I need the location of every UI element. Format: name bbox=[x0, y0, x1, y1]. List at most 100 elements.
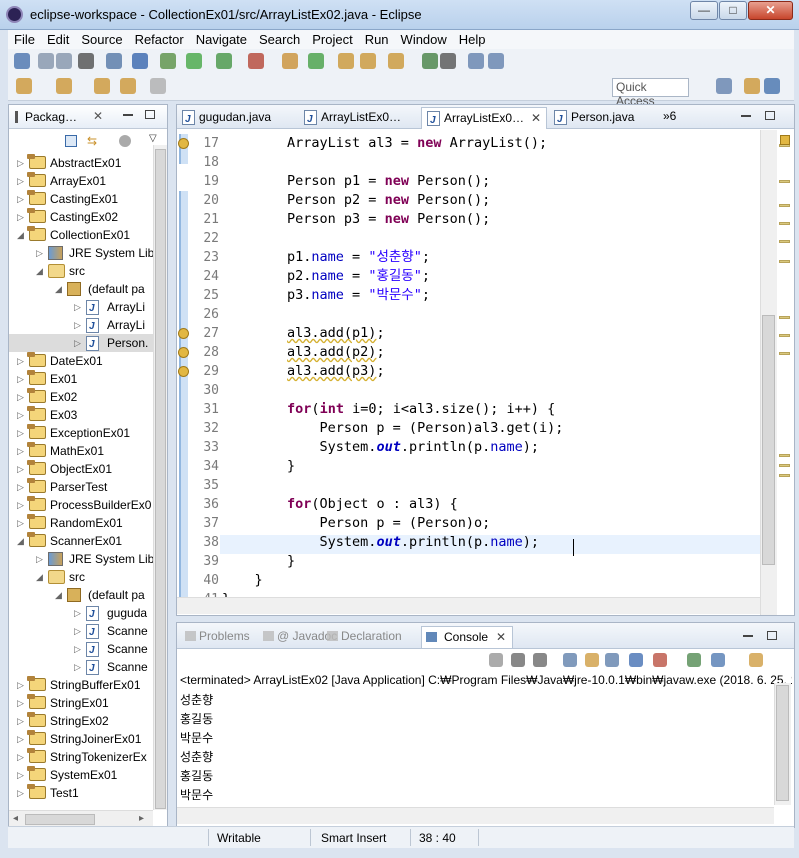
menu-file[interactable]: File bbox=[8, 30, 41, 49]
prev-annotation-icon[interactable] bbox=[56, 78, 72, 94]
menu-navigate[interactable]: Navigate bbox=[190, 30, 253, 49]
warning-marker-icon[interactable] bbox=[178, 347, 189, 358]
collapsed-arrow-icon[interactable]: ▷ bbox=[36, 244, 44, 262]
show-on-stdout-icon[interactable] bbox=[629, 653, 643, 667]
save-icon[interactable] bbox=[38, 53, 54, 69]
tree-item[interactable]: ◢ src bbox=[9, 568, 153, 586]
console-toggle-icon[interactable] bbox=[106, 53, 122, 69]
overview-warning-mark[interactable] bbox=[779, 180, 790, 183]
word-wrap-icon[interactable] bbox=[605, 653, 619, 667]
code-line[interactable]: System.out.println(p.name); bbox=[222, 438, 539, 457]
close-button[interactable]: ✕ bbox=[748, 1, 793, 20]
remove-all-icon[interactable] bbox=[533, 653, 547, 667]
warning-marker-icon[interactable] bbox=[178, 138, 189, 149]
code-line[interactable]: ArrayList al3 = new ArrayList(); bbox=[222, 134, 547, 153]
package-explorer-scroll-thumb[interactable] bbox=[155, 149, 166, 809]
collapsed-arrow-icon[interactable]: ▷ bbox=[17, 496, 25, 514]
maximize-button[interactable]: □ bbox=[719, 1, 747, 20]
code-area[interactable]: 17 ArrayList al3 = new ArrayList(); 18 19 … bbox=[177, 130, 760, 615]
menu-refactor[interactable]: Refactor bbox=[129, 30, 190, 49]
collapsed-arrow-icon[interactable]: ▷ bbox=[74, 316, 82, 334]
run-icon[interactable] bbox=[186, 53, 202, 69]
menu-search[interactable]: Search bbox=[253, 30, 306, 49]
code-line[interactable]: for(int i=0; i<al3.size(); i++) { bbox=[222, 400, 555, 419]
forward-icon[interactable] bbox=[150, 78, 166, 94]
tree-item[interactable]: ▷ RandomEx01 bbox=[9, 514, 153, 532]
pin-icon[interactable] bbox=[132, 53, 148, 69]
minimize-view-icon[interactable] bbox=[123, 114, 133, 116]
tree-item[interactable]: ▷ ArrayLi bbox=[9, 316, 153, 334]
open-console-icon[interactable] bbox=[749, 653, 763, 667]
code-line[interactable]: Person p2 = new Person(); bbox=[222, 191, 490, 210]
tree-item[interactable]: ▷ ArrayEx01 bbox=[9, 172, 153, 190]
minimize-editor-icon[interactable] bbox=[741, 115, 751, 117]
collapsed-arrow-icon[interactable]: ▷ bbox=[17, 514, 25, 532]
collapsed-arrow-icon[interactable]: ▷ bbox=[17, 424, 25, 442]
tree-item[interactable]: ▷ JRE System Lib bbox=[9, 550, 153, 568]
collapsed-arrow-icon[interactable]: ▷ bbox=[17, 748, 25, 766]
code-line[interactable]: Person p1 = new Person(); bbox=[222, 172, 490, 191]
terminate-icon[interactable] bbox=[489, 653, 503, 667]
console-output[interactable]: 성춘향 홍길동 박문수 성춘향 홍길동 박문수 bbox=[177, 689, 772, 807]
coverage-icon[interactable] bbox=[216, 53, 232, 69]
collapsed-arrow-icon[interactable]: ▷ bbox=[74, 658, 82, 676]
toggle-highlight-icon[interactable] bbox=[440, 53, 456, 69]
tree-item[interactable]: ▷ MathEx01 bbox=[9, 442, 153, 460]
save-all-icon[interactable] bbox=[56, 53, 72, 69]
code-line[interactable]: al3.add(p3); bbox=[222, 362, 385, 381]
tree-item[interactable]: ▷ ArrayLi bbox=[9, 298, 153, 316]
code-line[interactable]: for(Object o : al3) { bbox=[222, 495, 458, 514]
overview-warning-mark[interactable] bbox=[779, 316, 790, 319]
menu-window[interactable]: Window bbox=[395, 30, 453, 49]
new-icon[interactable] bbox=[14, 53, 30, 69]
code-line[interactable]: Person p = (Person)al3.get(i); bbox=[222, 419, 564, 438]
close-tab-icon[interactable]: ✕ bbox=[531, 108, 541, 128]
editor-tab[interactable]: ArrayListEx0… bbox=[299, 107, 419, 130]
code-line[interactable]: al3.add(p1); bbox=[222, 324, 385, 343]
code-line[interactable]: Person p = (Person)o; bbox=[222, 514, 491, 533]
search-icon[interactable] bbox=[388, 53, 404, 69]
overview-warning-mark[interactable] bbox=[779, 260, 790, 263]
menu-source[interactable]: Source bbox=[75, 30, 128, 49]
collapsed-arrow-icon[interactable]: ▷ bbox=[17, 784, 25, 802]
overview-warning-mark[interactable] bbox=[779, 240, 790, 243]
maximize-view-icon[interactable] bbox=[145, 110, 155, 119]
last-edit-icon[interactable] bbox=[94, 78, 110, 94]
expanded-arrow-icon[interactable]: ◢ bbox=[17, 532, 25, 550]
package-explorer-horizontal-scrollbar[interactable]: ◂ ▸ bbox=[9, 810, 153, 827]
link-with-editor-icon[interactable]: ⇆ bbox=[87, 135, 101, 147]
editor-tab[interactable]: gugudan.java bbox=[177, 107, 297, 130]
code-line[interactable]: p2.name = "홍길동"; bbox=[222, 267, 430, 286]
code-line[interactable]: } bbox=[222, 571, 263, 590]
warning-marker-icon[interactable] bbox=[178, 366, 189, 377]
collapsed-arrow-icon[interactable]: ▷ bbox=[17, 190, 25, 208]
tree-item[interactable]: ▷ StringBufferEx01 bbox=[9, 676, 153, 694]
collapsed-arrow-icon[interactable]: ▷ bbox=[17, 388, 25, 406]
code-line[interactable]: p1.name = "성춘향"; bbox=[222, 248, 430, 267]
collapse-all-icon[interactable] bbox=[65, 135, 77, 147]
tree-item[interactable]: ▷ CastingEx02 bbox=[9, 208, 153, 226]
tree-item[interactable]: ▷ StringEx01 bbox=[9, 694, 153, 712]
menu-edit[interactable]: Edit bbox=[41, 30, 75, 49]
overview-warning-mark[interactable] bbox=[779, 352, 790, 355]
back-icon[interactable] bbox=[120, 78, 136, 94]
collapsed-arrow-icon[interactable]: ▷ bbox=[17, 352, 25, 370]
collapsed-arrow-icon[interactable]: ▷ bbox=[17, 766, 25, 784]
tree-item[interactable]: ▷ ObjectEx01 bbox=[9, 460, 153, 478]
warning-marker-icon[interactable] bbox=[178, 328, 189, 339]
collapsed-arrow-icon[interactable]: ▷ bbox=[74, 298, 82, 316]
tab-overflow-indicator[interactable]: »6 bbox=[663, 109, 676, 123]
open-folder-icon[interactable] bbox=[360, 53, 376, 69]
tree-item[interactable]: ▷ Person. bbox=[9, 334, 153, 352]
collapsed-arrow-icon[interactable]: ▷ bbox=[17, 694, 25, 712]
declaration-tab[interactable]: Declaration bbox=[323, 626, 402, 648]
overview-warning-mark[interactable] bbox=[779, 334, 790, 337]
collapsed-arrow-icon[interactable]: ▷ bbox=[36, 550, 44, 568]
code-line[interactable]: } bbox=[222, 552, 295, 571]
tree-item[interactable]: ▷ ParserTest bbox=[9, 478, 153, 496]
collapsed-arrow-icon[interactable]: ▷ bbox=[17, 406, 25, 424]
expanded-arrow-icon[interactable]: ◢ bbox=[17, 226, 25, 244]
show-on-stderr-icon[interactable] bbox=[653, 653, 667, 667]
expanded-arrow-icon[interactable]: ◢ bbox=[55, 586, 63, 604]
tree-item[interactable]: ▷ Test1 bbox=[9, 784, 153, 802]
